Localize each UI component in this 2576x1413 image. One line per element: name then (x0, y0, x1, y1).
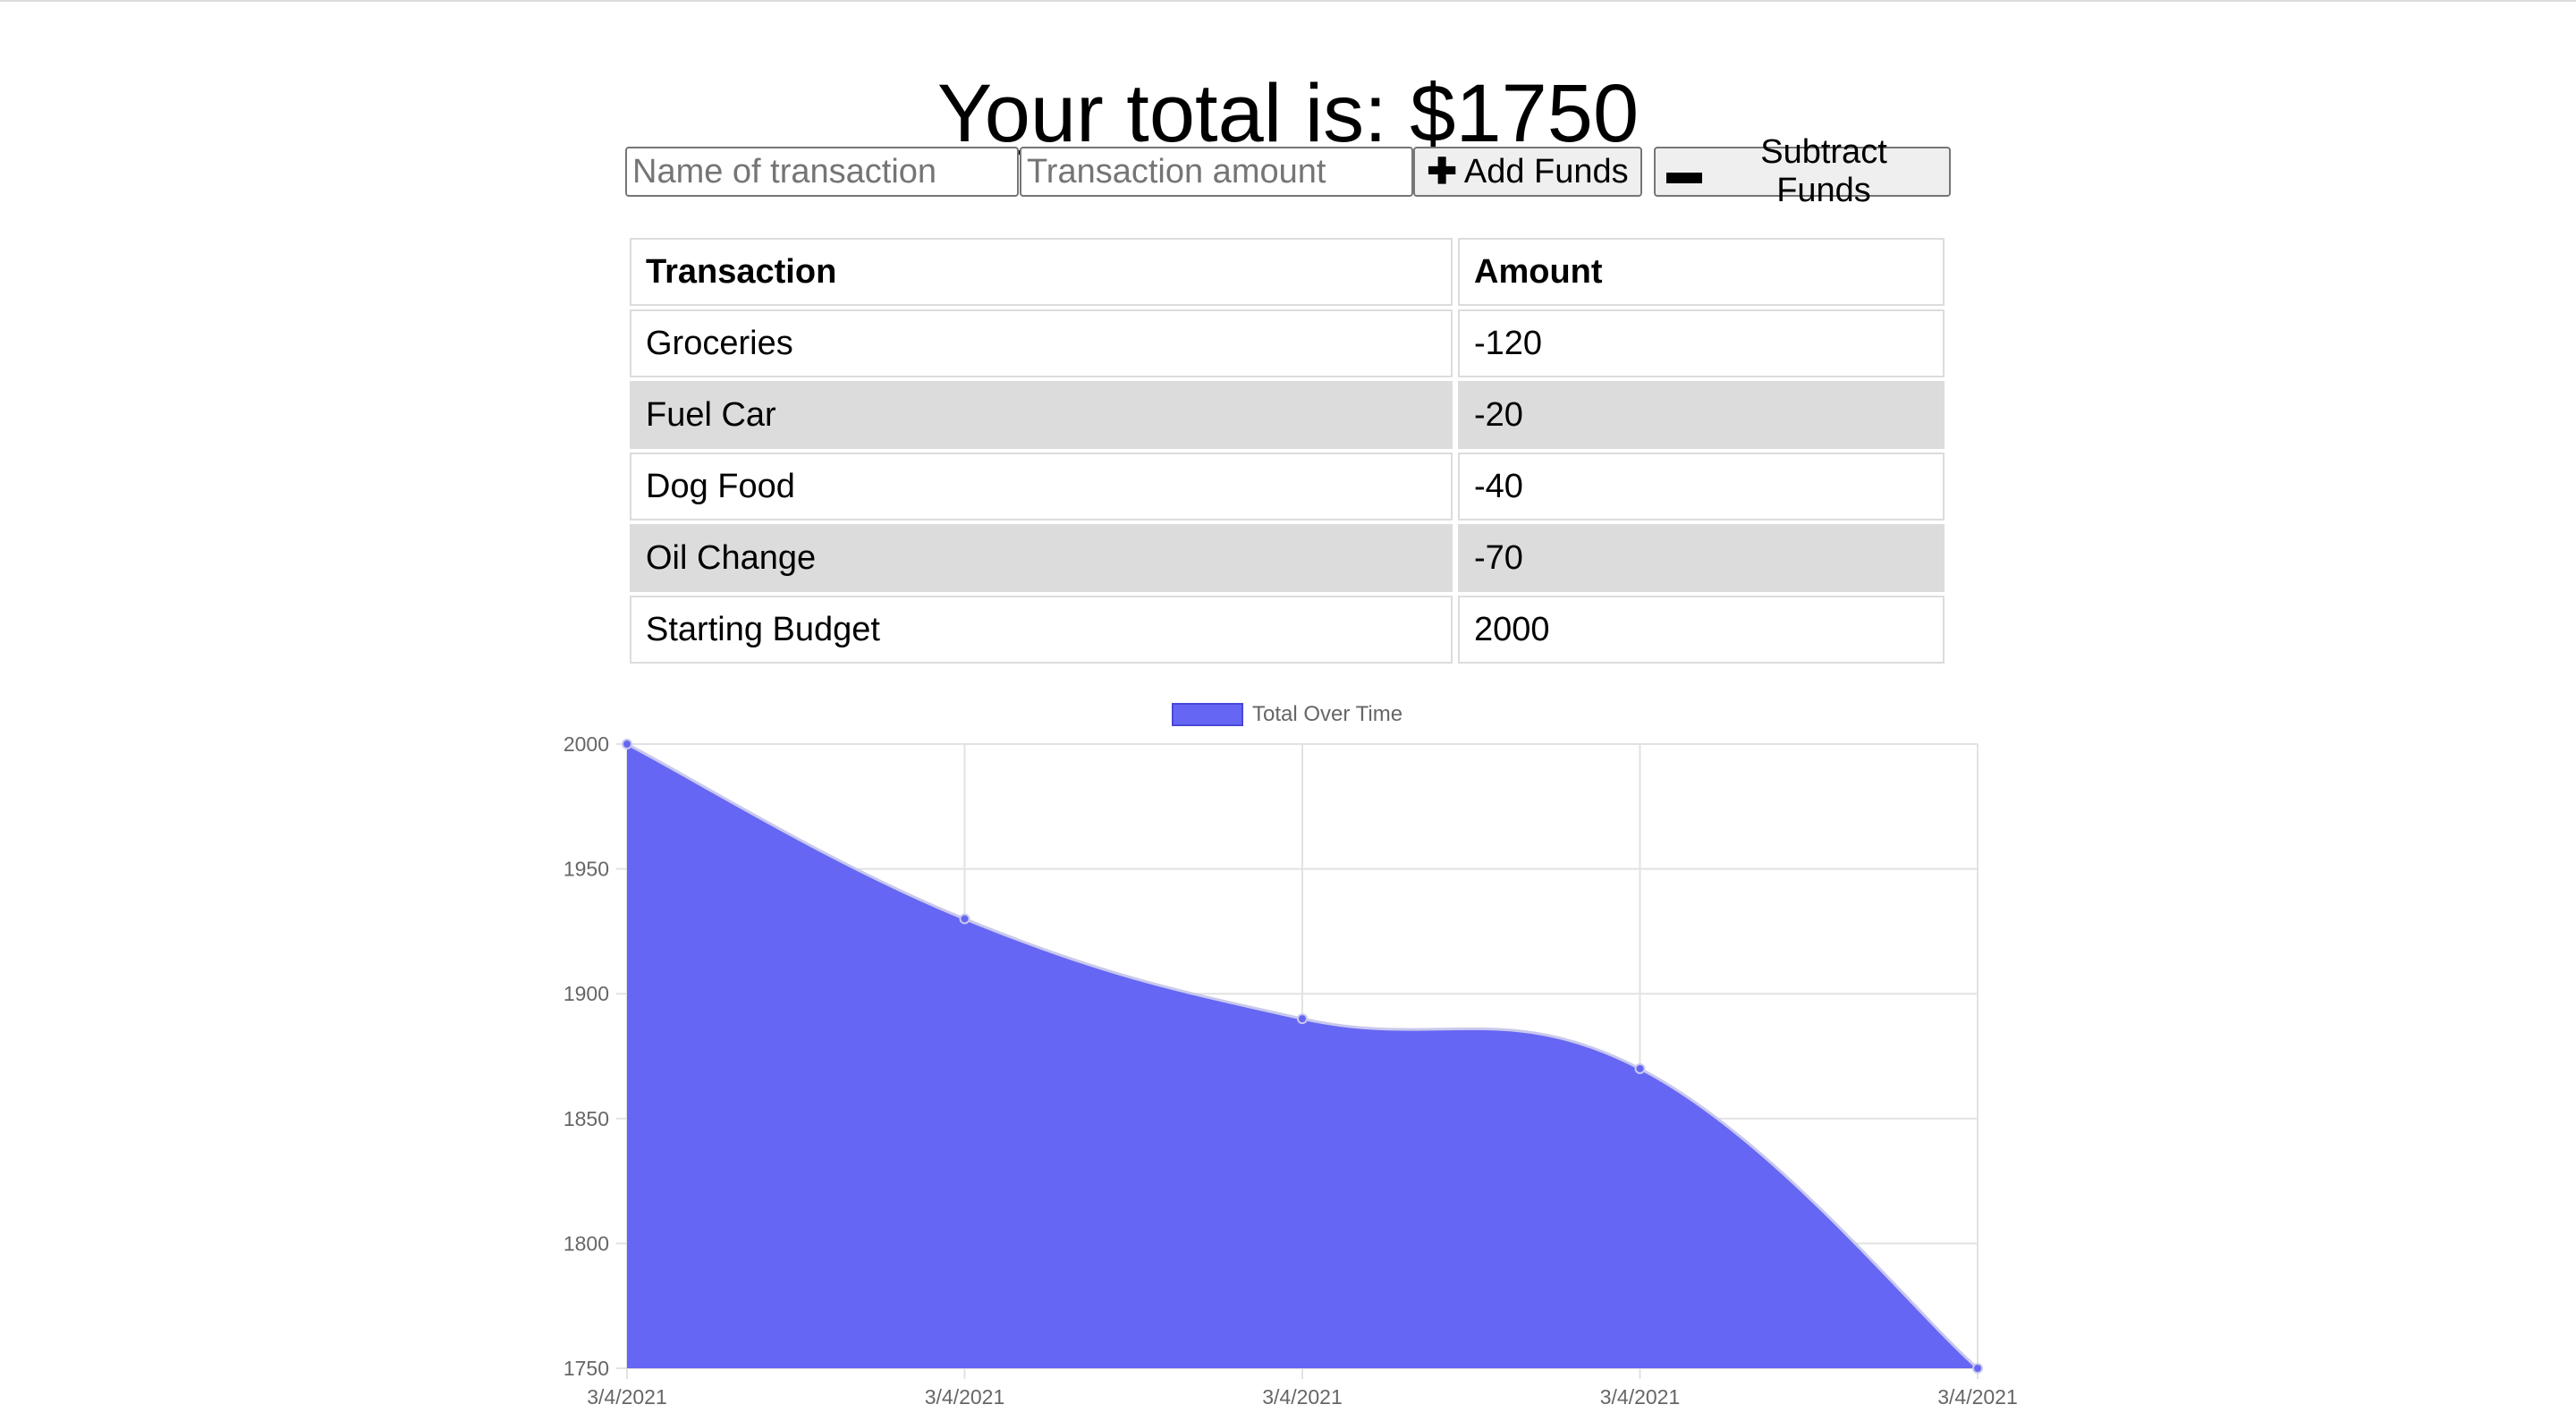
y-tick-label: 2000 (564, 732, 609, 756)
y-tick-label: 1950 (564, 858, 609, 881)
y-tick-label: 1850 (564, 1107, 609, 1130)
x-tick-label: 3/4/2021 (1937, 1385, 2018, 1409)
total-over-time-chart: 2000 1950 1900 1850 1800 1750 3/4/2021 3/4/2021… (564, 732, 2018, 1409)
data-point (1297, 1013, 1308, 1025)
data-point (1972, 1363, 1983, 1374)
data-point (1634, 1062, 1646, 1074)
y-tick-label: 1750 (564, 1357, 609, 1380)
y-tick-label: 1900 (564, 982, 609, 1005)
x-tick-label: 3/4/2021 (1600, 1385, 1681, 1409)
x-tick-label: 3/4/2021 (925, 1385, 1005, 1409)
data-point (622, 739, 632, 749)
y-tick-label: 1800 (564, 1231, 609, 1255)
x-tick-label: 3/4/2021 (587, 1385, 667, 1409)
x-tick-label: 3/4/2021 (1262, 1385, 1343, 1409)
data-point (959, 913, 970, 925)
